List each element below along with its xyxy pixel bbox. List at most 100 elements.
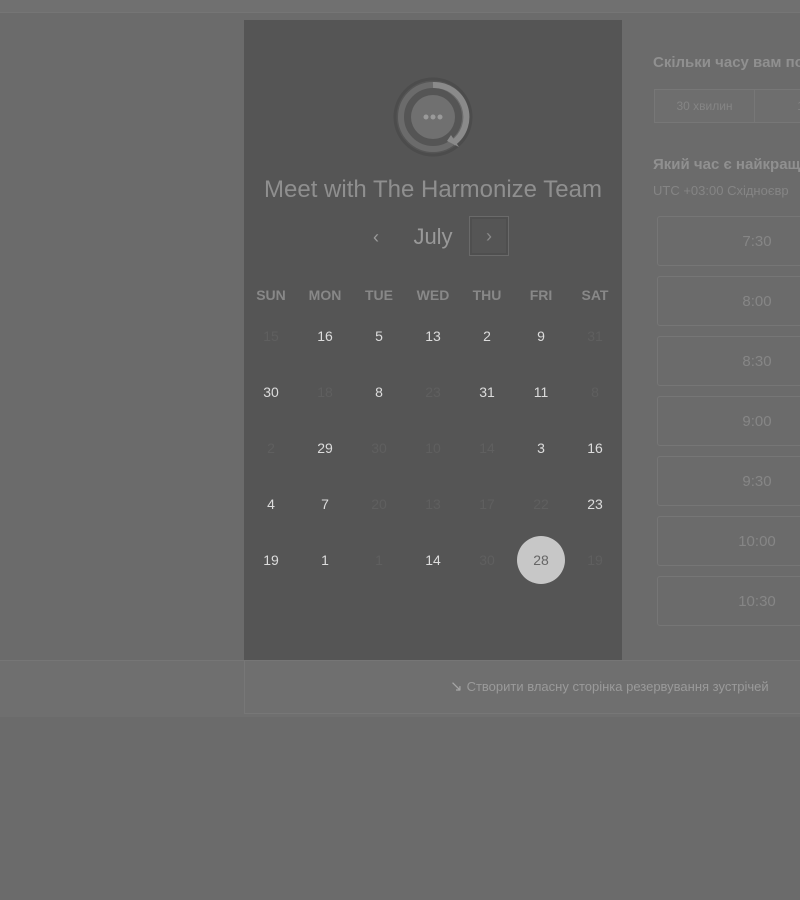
weekday-header: SUN MON TUE WED THU FRI SAT: [244, 282, 622, 308]
calendar-day-number: 31: [587, 328, 603, 344]
calendar-panel: Meet with The Harmonize Team ‹ July › SU…: [244, 20, 622, 660]
weekday-fri: FRI: [529, 287, 553, 303]
calendar-day[interactable]: 3: [514, 420, 568, 476]
calendar-day[interactable]: 19: [244, 532, 298, 588]
duration-option-30[interactable]: 30 хвилин: [655, 90, 755, 122]
calendar-day-number: 17: [479, 496, 495, 512]
chat-logo-icon: [393, 77, 473, 157]
calendar-day-number: 2: [483, 328, 491, 344]
calendar-day-number: 30: [263, 384, 279, 400]
calendar-week: 4 7 20 13 17 22 23: [244, 476, 622, 532]
calendar-day[interactable]: 4: [244, 476, 298, 532]
calendar-day[interactable]: 31: [460, 364, 514, 420]
duration-selector: 30 хвилин 1 г: [654, 89, 800, 123]
calendar-day: 1: [352, 532, 406, 588]
weekday-mon: MON: [308, 287, 342, 303]
calendar-day[interactable]: 8: [352, 364, 406, 420]
calendar-day: 20: [352, 476, 406, 532]
calendar-week: 30 18 8 23 31 11 8: [244, 364, 622, 420]
calendar-day-selected[interactable]: 28: [514, 532, 568, 588]
calendar-day: 15: [244, 308, 298, 364]
create-booking-page-label: Створити власну сторінка резервування зу…: [466, 678, 769, 694]
calendar-day-number: 20: [371, 496, 387, 512]
time-slot-list: 7:30 8:00 8:30 9:00 9:30 10:00 10:30: [657, 216, 800, 636]
time-slot[interactable]: 10:00: [657, 516, 800, 566]
calendar-day-number: 1: [321, 552, 329, 568]
weekday-wed: WED: [416, 287, 450, 303]
calendar-day-number: 16: [317, 328, 333, 344]
arrow-icon: ↘: [450, 678, 463, 695]
weekday-tue: TUE: [365, 287, 393, 303]
calendar-day-number: 28: [517, 536, 565, 584]
calendar-day[interactable]: 30: [244, 364, 298, 420]
calendar-day[interactable]: 1: [298, 532, 352, 588]
calendar-day[interactable]: 5: [352, 308, 406, 364]
calendar-day-number: 8: [591, 384, 599, 400]
duration-option-60[interactable]: 1 г: [755, 90, 800, 122]
calendar-day-number: 5: [375, 328, 383, 344]
calendar-day[interactable]: 16: [568, 420, 622, 476]
calendar-week: 19 1 1 14 30 28 19: [244, 532, 622, 588]
calendar-day[interactable]: 2: [460, 308, 514, 364]
calendar-day-number: 14: [479, 440, 495, 456]
calendar-day-number: 22: [533, 496, 549, 512]
timezone-label[interactable]: UTC +03:00 Східноєвр: [653, 183, 789, 198]
calendar-day[interactable]: 9: [514, 308, 568, 364]
time-slot[interactable]: 9:30: [657, 456, 800, 506]
calendar-day: 30: [352, 420, 406, 476]
calendar-day: 14: [460, 420, 514, 476]
calendar-day-number: 4: [267, 496, 275, 512]
calendar-day-number: 16: [587, 440, 603, 456]
time-question: Який час є найкращ: [653, 156, 800, 173]
calendar-day-number: 15: [263, 328, 279, 344]
calendar-day-number: 3: [537, 440, 545, 456]
calendar-day: 22: [514, 476, 568, 532]
calendar-day: 31: [568, 308, 622, 364]
time-slot[interactable]: 9:00: [657, 396, 800, 446]
calendar-day[interactable]: 13: [406, 308, 460, 364]
prev-month-button[interactable]: ‹: [364, 222, 388, 252]
top-bar: [0, 0, 800, 13]
time-slot[interactable]: 7:30: [657, 216, 800, 266]
calendar-day-number: 2: [267, 440, 275, 456]
time-slot[interactable]: 8:30: [657, 336, 800, 386]
calendar-day-number: 30: [479, 552, 495, 568]
calendar-weeks: 15 16 5 13 2 9 31 30 18 8 23 31 11 8 2 29 30 10 14 3 16 4 7 20 1…: [244, 308, 622, 588]
weekday-sat: SAT: [581, 287, 609, 303]
month-label: July: [413, 224, 453, 249]
calendar-day-number: 18: [317, 384, 333, 400]
calendar-day-number: 30: [371, 440, 387, 456]
calendar-day-number: 13: [425, 496, 441, 512]
calendar-day: 8: [568, 364, 622, 420]
calendar-day-number: 19: [587, 552, 603, 568]
calendar-day-number: 10: [425, 440, 441, 456]
time-slot[interactable]: 10:30: [657, 576, 800, 626]
time-slot[interactable]: 8:00: [657, 276, 800, 326]
calendar-day: 19: [568, 532, 622, 588]
calendar-day: 2: [244, 420, 298, 476]
create-booking-page-link[interactable]: ↘ Створити власну сторінка резервування …: [450, 677, 769, 695]
calendar-day[interactable]: 7: [298, 476, 352, 532]
calendar-day-number: 23: [425, 384, 441, 400]
calendar-day-number: 19: [263, 552, 279, 568]
calendar-day-number: 11: [533, 384, 549, 400]
calendar-day: 17: [460, 476, 514, 532]
calendar-day-number: 1: [375, 552, 383, 568]
month-navigation: ‹ July ›: [244, 216, 622, 260]
calendar-day-number: 8: [375, 384, 383, 400]
calendar-week: 2 29 30 10 14 3 16: [244, 420, 622, 476]
calendar-day[interactable]: 14: [406, 532, 460, 588]
calendar-title: Meet with The Harmonize Team: [264, 176, 602, 203]
calendar-day[interactable]: 16: [298, 308, 352, 364]
calendar-day-number: 23: [587, 496, 603, 512]
calendar-week: 15 16 5 13 2 9 31: [244, 308, 622, 364]
calendar-day[interactable]: 23: [568, 476, 622, 532]
calendar-day-number: 14: [425, 552, 441, 568]
calendar-grid: SUN MON TUE WED THU FRI SAT 15 16 5 13 2 9 31 3…: [244, 282, 622, 588]
calendar-day: 18: [298, 364, 352, 420]
calendar-day[interactable]: 29: [298, 420, 352, 476]
next-month-button[interactable]: ›: [469, 216, 509, 256]
calendar-day[interactable]: 11: [514, 364, 568, 420]
calendar-day: 13: [406, 476, 460, 532]
weekday-thu: THU: [472, 287, 502, 303]
